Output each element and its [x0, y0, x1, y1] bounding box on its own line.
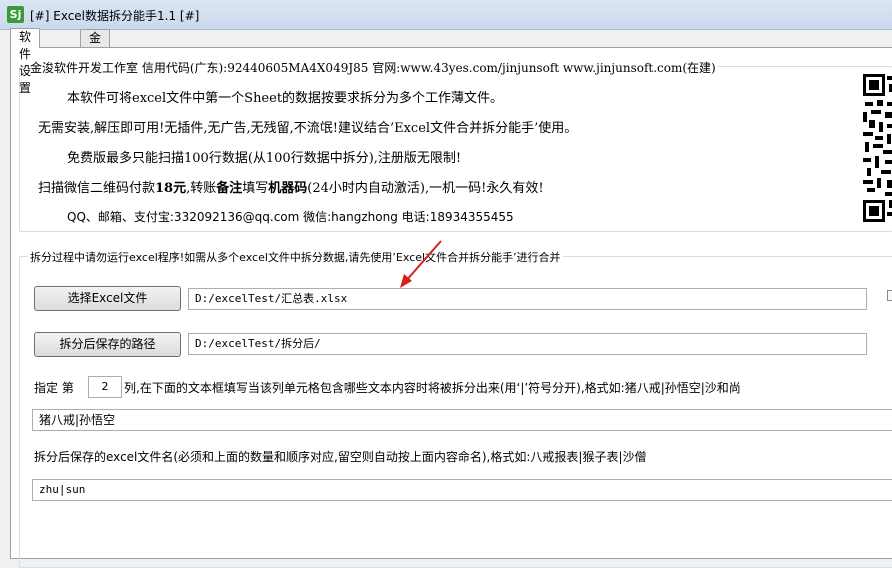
pay-note: 备注: [216, 181, 243, 196]
window-title: [#] Excel数据拆分能手1.1 [#]: [30, 9, 200, 23]
select-excel-button[interactable]: 选择Excel文件: [34, 286, 181, 311]
save-path-field[interactable]: D:/excelTest/拆分后/: [188, 333, 867, 355]
column-suffix-label: 列,在下面的文本框填写当该列单元格包含哪些文本内容时将被拆分出来(用‘|’符号分…: [124, 381, 741, 395]
contact-line: QQ、邮箱、支付宝:332092136@qq.com 微信:hangzhong …: [67, 210, 514, 224]
pay-text-c: 填写: [242, 181, 269, 196]
settings-panel: 金浚软件开发工作室 信用代码(广东):92440605MA4X049J85 官网…: [10, 47, 892, 568]
filter-text-input[interactable]: 猪八戒|孙悟空: [32, 409, 892, 431]
column-number-input[interactable]: 2: [88, 376, 122, 398]
split-group: 拆分过程中请勿运行excel程序!如需从多个excel文件中拆分数据,请先使用’…: [19, 249, 892, 568]
app-icon: Sj: [7, 6, 24, 23]
pay-amount: 18元: [155, 181, 187, 196]
info-line-2: 无需安装,解压即可用!无插件,无广告,无残留,不流氓!建议结合’Excel文件合…: [38, 121, 578, 136]
pay-text-a: 扫描微信二维码付款: [38, 181, 156, 196]
wechat-qr-code: [861, 72, 892, 224]
pay-text-d: (24小时内自动激活),一机一码!永久有效!: [307, 181, 544, 196]
info-group: 金浚软件开发工作室 信用代码(广东):92440605MA4X049J85 官网…: [19, 59, 892, 232]
info-line-4: 扫描微信二维码付款18元,转账备注填写机器码(24小时内自动激活),一机一码!永…: [38, 177, 544, 196]
info-line-3: 免费版最多只能扫描100行数据(从100行数据中拆分),注册版无限制!: [67, 151, 462, 166]
filenames-input[interactable]: zhu|sun: [32, 479, 892, 501]
red-annotation-arrow: [400, 240, 442, 288]
pay-machine-code: 机器码: [268, 181, 308, 196]
split-legend: 拆分过程中请勿运行excel程序!如需从多个excel文件中拆分数据,请先使用’…: [28, 249, 563, 265]
pay-text-b: ,转账: [186, 181, 217, 196]
save-path-button[interactable]: 拆分后保存的路径: [34, 332, 181, 357]
column-prefix-label: 指定 第: [34, 381, 74, 395]
filenames-label: 拆分后保存的excel文件名(必须和上面的数量和顺序对应,留空则自动按上面内容命…: [34, 450, 647, 464]
tab-software-settings[interactable]: 软件设置: [10, 28, 41, 95]
info-line-1: 本软件可将excel文件中第一个Sheet的数据按要求拆分为多个工作薄文件。: [67, 91, 504, 106]
side-checkbox[interactable]: [887, 290, 892, 301]
file-path-field[interactable]: D:/excelTest/汇总表.xlsx: [188, 288, 867, 310]
tab-jinjun-software[interactable]: 金浚软件: [80, 29, 111, 96]
info-legend: 金浚软件开发工作室 信用代码(广东):92440605MA4X049J85 官网…: [28, 59, 718, 76]
title-bar: Sj [#] Excel数据拆分能手1.1 [#]: [0, 0, 892, 30]
